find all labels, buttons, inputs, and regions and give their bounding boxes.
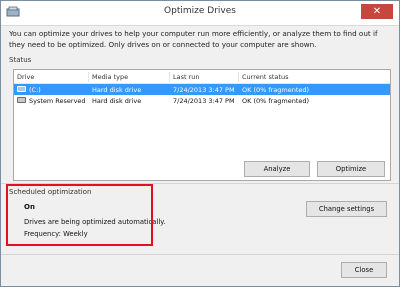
window-title: Optimize Drives xyxy=(164,6,236,16)
column-header-last-run[interactable]: Last run xyxy=(173,73,200,81)
drive-name: (C:) xyxy=(29,86,41,94)
optimize-button[interactable]: Optimize xyxy=(317,161,385,177)
window-close-button[interactable]: ✕ xyxy=(361,4,393,19)
drive-row-system-reserved[interactable]: System Reserved Hard disk drive 7/24/201… xyxy=(14,95,390,106)
title-bar[interactable]: Optimize Drives ✕ xyxy=(1,1,399,26)
drive-row-c[interactable]: (C:) Hard disk drive 7/24/2013 3:47 PM O… xyxy=(14,84,390,95)
hard-drive-icon xyxy=(17,97,26,103)
column-header-drive[interactable]: Drive xyxy=(17,73,34,81)
analyze-button[interactable]: Analyze xyxy=(244,161,310,177)
optimize-drives-window: Optimize Drives ✕ You can optimize your … xyxy=(0,0,400,287)
drives-list-header: Drive Media type Last run Current status xyxy=(14,70,390,84)
footer-divider xyxy=(1,254,399,255)
close-button[interactable]: Close xyxy=(341,262,387,278)
status-section-label: Status xyxy=(9,56,32,64)
last-run: 7/24/2013 3:47 PM xyxy=(173,86,235,94)
drive-name: System Reserved xyxy=(29,97,86,105)
column-header-current-status[interactable]: Current status xyxy=(242,73,288,81)
current-status: OK (0% fragmented) xyxy=(242,97,310,105)
close-icon: ✕ xyxy=(372,6,382,17)
media-type: Hard disk drive xyxy=(92,86,142,94)
media-type: Hard disk drive xyxy=(92,97,142,105)
hard-drive-icon xyxy=(17,86,26,92)
last-run: 7/24/2013 3:47 PM xyxy=(173,97,235,105)
window-client-area: You can optimize your drives to help you… xyxy=(1,26,399,286)
current-status: OK (0% fragmented) xyxy=(242,86,310,94)
change-settings-button[interactable]: Change settings xyxy=(306,201,387,217)
intro-text: You can optimize your drives to help you… xyxy=(9,29,378,49)
highlight-box xyxy=(6,184,153,246)
column-header-media-type[interactable]: Media type xyxy=(92,73,128,81)
footer: Close xyxy=(1,254,399,286)
